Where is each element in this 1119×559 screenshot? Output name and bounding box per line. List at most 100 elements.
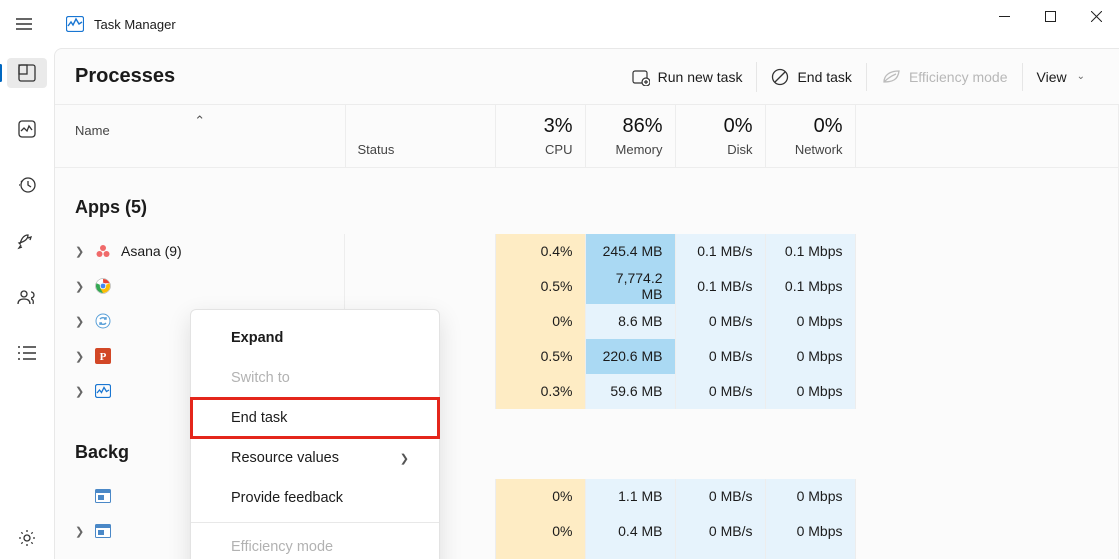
end-task-label: End task xyxy=(797,69,851,85)
nav-settings[interactable] xyxy=(7,523,47,553)
page-title: Processes xyxy=(75,65,617,88)
memory-cell: 8.6 MB xyxy=(585,304,675,339)
ctx-resource-label: Resource values xyxy=(231,450,339,466)
ppt-icon: P xyxy=(95,348,111,364)
end-task-button[interactable]: End task xyxy=(756,62,865,92)
status-cell xyxy=(345,234,495,269)
col-cpu[interactable]: 3%CPU xyxy=(495,105,585,167)
col-net-label: Network xyxy=(795,142,843,157)
ctx-eff-label: Efficiency mode xyxy=(231,539,333,555)
asana-icon xyxy=(95,243,111,259)
ctx-end-task[interactable]: End task xyxy=(191,398,439,438)
sync-icon xyxy=(95,313,111,329)
group-label: Apps (5) xyxy=(75,197,147,218)
status-cell xyxy=(345,269,495,304)
cpu-cell: 0.5% xyxy=(495,339,585,374)
ctx-resource-values[interactable]: Resource values❯ xyxy=(191,438,439,478)
nav-startup[interactable] xyxy=(7,226,47,256)
nav-users[interactable] xyxy=(7,282,47,312)
cpu-cell: 0.4% xyxy=(495,234,585,269)
disk-cell: 0.1 MB/s xyxy=(675,234,765,269)
disk-cell: 0 MB/s xyxy=(675,514,765,549)
prohibit-icon xyxy=(771,68,789,86)
nav-processes[interactable] xyxy=(7,58,47,88)
memory-cell: 220.6 MB xyxy=(585,339,675,374)
run-new-task-label: Run new task xyxy=(658,69,743,85)
col-disk-pct: 0% xyxy=(688,115,753,138)
expand-chevron-icon[interactable]: ❯ xyxy=(75,245,85,258)
ctx-expand[interactable]: Expand xyxy=(191,318,439,358)
col-name-label: Name xyxy=(75,123,110,138)
nav-details[interactable] xyxy=(7,338,47,368)
table-row[interactable]: ❯0.5%7,774.2 MB0.1 MB/s0.1 Mbps xyxy=(55,269,1119,304)
view-label: View xyxy=(1037,69,1067,85)
chrome-icon xyxy=(95,278,111,294)
col-status-label: Status xyxy=(358,142,395,157)
taskmanager-icon xyxy=(66,15,84,33)
ctx-expand-label: Expand xyxy=(231,330,283,346)
cpu-cell: 0% xyxy=(495,304,585,339)
view-dropdown[interactable]: View ⌄ xyxy=(1022,63,1099,91)
toolbar: Processes Run new task End task Efficien… xyxy=(55,49,1119,105)
disk-cell: 0 MB/s xyxy=(675,374,765,409)
efficiency-label: Efficiency mode xyxy=(909,69,1008,85)
disk-cell: 0 MB/s xyxy=(675,304,765,339)
overflow-cell xyxy=(855,374,1119,409)
cpu-cell: 0% xyxy=(495,514,585,549)
overflow-cell xyxy=(855,479,1119,514)
cpu-cell: 0% xyxy=(495,549,585,559)
group-label: Backg xyxy=(75,442,129,463)
overflow-cell xyxy=(855,234,1119,269)
memory-cell: 1.1 MB xyxy=(585,479,675,514)
main-panel: Processes Run new task End task Efficien… xyxy=(54,48,1119,559)
titlebar: Task Manager xyxy=(0,0,1119,48)
disk-cell: 0 MB/s xyxy=(675,339,765,374)
disk-cell: 0.1 MB/s xyxy=(675,269,765,304)
col-name[interactable]: ⌃ Name xyxy=(55,105,345,167)
network-cell: 0 Mbps xyxy=(765,339,855,374)
table-row[interactable]: ❯Asana (9)0.4%245.4 MB0.1 MB/s0.1 Mbps xyxy=(55,234,1119,269)
ctx-separator xyxy=(191,522,439,523)
run-new-task-button[interactable]: Run new task xyxy=(617,62,757,92)
process-name: Asana (9) xyxy=(121,243,182,259)
col-network[interactable]: 0% Network xyxy=(765,105,855,167)
nav-performance[interactable] xyxy=(7,114,47,144)
col-memory[interactable]: 86%Memory xyxy=(585,105,675,167)
expand-chevron-icon[interactable]: ❯ xyxy=(75,525,85,538)
context-menu: Expand Switch to End task Resource value… xyxy=(190,309,440,559)
col-status[interactable]: Status xyxy=(345,105,495,167)
chevron-down-icon: ⌄ xyxy=(1077,71,1085,82)
ctx-feedback-label: Provide feedback xyxy=(231,490,343,506)
overflow-cell xyxy=(855,339,1119,374)
expand-chevron-icon[interactable]: ❯ xyxy=(75,280,85,293)
memory-cell: 1.2 MB xyxy=(585,549,675,559)
disk-cell: 0 MB/s xyxy=(675,549,765,559)
ctx-efficiency-mode: Efficiency mode xyxy=(191,527,439,559)
expand-chevron-icon[interactable]: ❯ xyxy=(75,385,85,398)
nav-history[interactable] xyxy=(7,170,47,200)
expand-chevron-icon[interactable]: ❯ xyxy=(75,350,85,363)
expand-chevron-icon[interactable]: ❯ xyxy=(75,315,85,328)
minimize-button[interactable] xyxy=(981,0,1027,32)
maximize-button[interactable] xyxy=(1027,0,1073,32)
col-cpu-label: CPU xyxy=(545,142,572,157)
col-disk[interactable]: 0%Disk xyxy=(675,105,765,167)
col-net-pct: 0% xyxy=(778,115,843,138)
ctx-switch-label: Switch to xyxy=(231,370,290,386)
svg-text:P: P xyxy=(100,351,107,363)
disk-cell: 0 MB/s xyxy=(675,479,765,514)
hamburger-button[interactable] xyxy=(0,0,48,48)
network-cell: 0 Mbps xyxy=(765,304,855,339)
overflow-cell xyxy=(855,549,1119,559)
ctx-provide-feedback[interactable]: Provide feedback xyxy=(191,478,439,518)
col-overflow xyxy=(855,105,1119,167)
sort-asc-icon: ⌃ xyxy=(193,113,207,129)
network-cell: 0.1 Mbps xyxy=(765,234,855,269)
network-cell: 0.1 Mbps xyxy=(765,269,855,304)
generic-icon xyxy=(95,488,111,504)
close-button[interactable] xyxy=(1073,0,1119,32)
memory-cell: 7,774.2 MB xyxy=(585,269,675,304)
cpu-cell: 0.3% xyxy=(495,374,585,409)
col-mem-label: Memory xyxy=(616,142,663,157)
network-cell: 0 Mbps xyxy=(765,479,855,514)
